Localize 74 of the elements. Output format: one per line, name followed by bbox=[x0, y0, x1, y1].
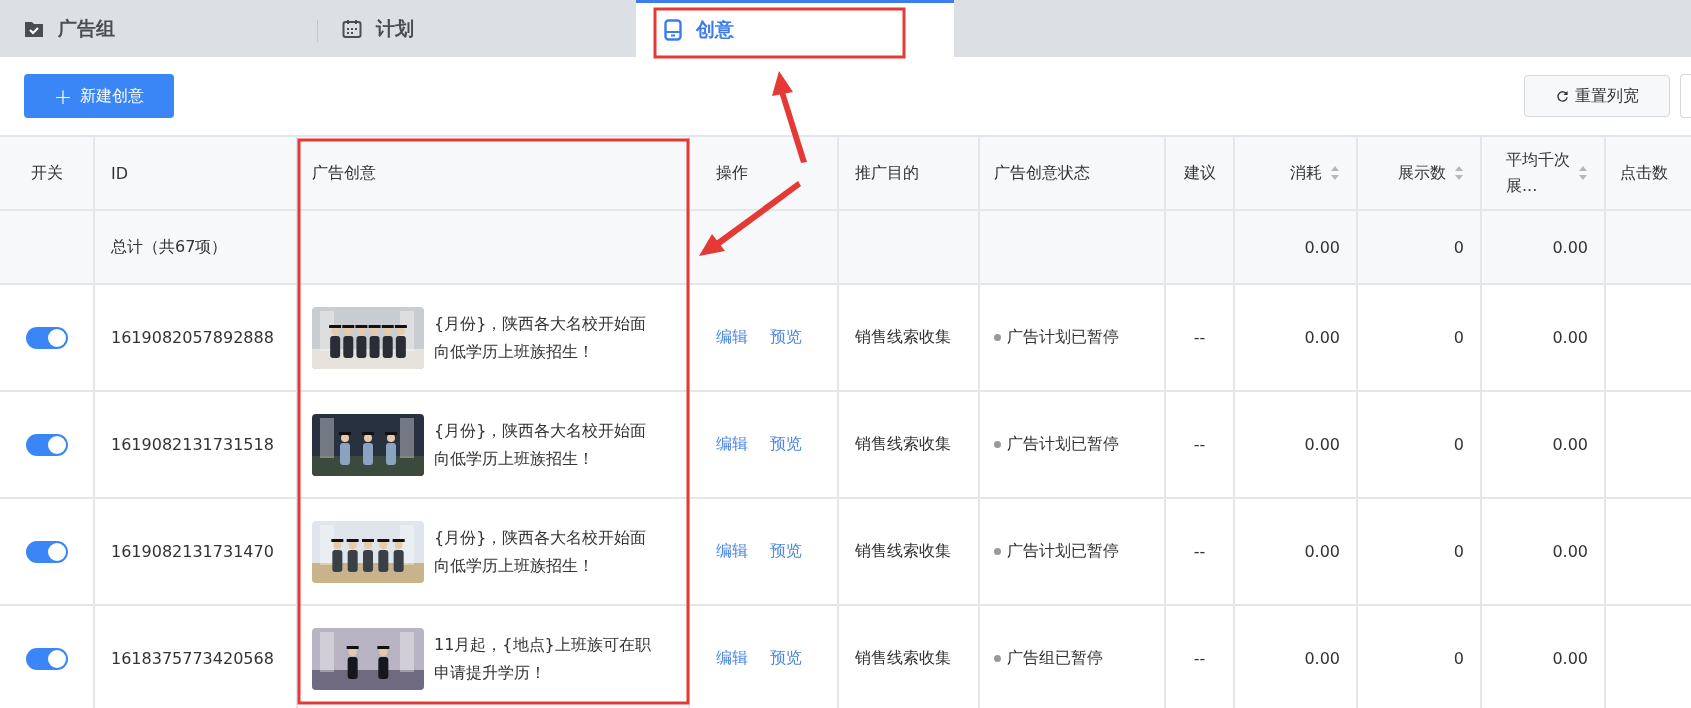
suggestion-text: -- bbox=[1193, 542, 1206, 561]
column-header: 推广目的 bbox=[839, 137, 980, 209]
creative-text: {月份}，陕西各大名校开始面向低学历上班族招生！ bbox=[434, 526, 648, 577]
impressions-value: 0 bbox=[1453, 542, 1464, 561]
creative-text: {月份}，陕西各大名校开始面向低学历上班族招生！ bbox=[434, 312, 648, 363]
status-text: 广告计划已暂停 bbox=[1007, 327, 1119, 348]
impressions-value: 0 bbox=[1453, 649, 1464, 668]
purpose-text: 销售线索收集 bbox=[855, 648, 951, 669]
column-header: 开关 bbox=[0, 137, 95, 209]
reset-column-width-button[interactable]: 重置列宽 bbox=[1524, 75, 1670, 117]
status-text: 广告计划已暂停 bbox=[1007, 434, 1119, 455]
id-text: 1618375773420568 bbox=[111, 649, 274, 668]
action-link[interactable]: 预览 bbox=[770, 648, 802, 669]
suggestion-text: -- bbox=[1193, 649, 1206, 668]
total-label: 总计（共67项） bbox=[111, 236, 228, 258]
status-dot-icon bbox=[994, 334, 1001, 341]
creative-text: 11月起，{地点}上班族可在职申请提升学历！ bbox=[434, 633, 652, 684]
column-header: 消耗 bbox=[1235, 137, 1358, 209]
cost-value: 0.00 bbox=[1304, 542, 1340, 561]
action-link[interactable]: 编辑 bbox=[716, 648, 748, 669]
sort-icon[interactable] bbox=[1330, 165, 1340, 181]
column-header: 平均千次展... bbox=[1482, 137, 1606, 209]
column-header: ID bbox=[95, 137, 298, 209]
tab[interactable]: 创意 bbox=[636, 0, 954, 57]
action-link[interactable]: 编辑 bbox=[716, 541, 748, 562]
action-link[interactable]: 编辑 bbox=[716, 327, 748, 348]
impressions-value: 0 bbox=[1453, 435, 1464, 454]
id-text: 1619082057892888 bbox=[111, 328, 274, 347]
id-text: 1619082131731470 bbox=[111, 542, 274, 561]
sort-icon[interactable] bbox=[1454, 165, 1464, 181]
purpose-text: 销售线索收集 bbox=[855, 434, 951, 455]
cpm-value: 0.00 bbox=[1552, 328, 1588, 347]
purpose-text: 销售线索收集 bbox=[855, 541, 951, 562]
refresh-icon bbox=[1555, 89, 1569, 103]
suggestion-text: -- bbox=[1193, 328, 1206, 347]
status-dot-icon bbox=[994, 441, 1001, 448]
sort-icon[interactable] bbox=[1578, 165, 1588, 181]
column-header: 点击数 bbox=[1619, 161, 1669, 184]
action-link[interactable]: 预览 bbox=[770, 434, 802, 455]
cpm-value: 0.00 bbox=[1552, 435, 1588, 454]
action-link[interactable]: 预览 bbox=[770, 541, 802, 562]
total-cost: 0.00 bbox=[1304, 237, 1340, 257]
toggle-switch[interactable] bbox=[25, 433, 68, 456]
cost-value: 0.00 bbox=[1304, 649, 1340, 668]
impressions-value: 0 bbox=[1453, 328, 1464, 347]
cpm-value: 0.00 bbox=[1552, 649, 1588, 668]
cost-value: 0.00 bbox=[1304, 435, 1340, 454]
tab[interactable]: 广告组 bbox=[0, 0, 318, 57]
column-header: 广告创意 bbox=[298, 137, 690, 209]
column-header: 建议 bbox=[1166, 137, 1235, 209]
status-text: 广告计划已暂停 bbox=[1007, 541, 1119, 562]
toggle-switch[interactable] bbox=[25, 540, 68, 563]
purpose-text: 销售线索收集 bbox=[855, 327, 951, 348]
total-impressions: 0 bbox=[1453, 237, 1464, 257]
status-text: 广告组已暂停 bbox=[1007, 648, 1103, 669]
toggle-switch[interactable] bbox=[25, 326, 68, 349]
tab[interactable]: 计划 bbox=[318, 0, 636, 57]
calendar-icon bbox=[342, 18, 362, 39]
column-header: 广告创意状态 bbox=[980, 137, 1166, 209]
folder-icon bbox=[24, 19, 44, 38]
total-cpm: 0.00 bbox=[1552, 237, 1588, 257]
cost-value: 0.00 bbox=[1304, 328, 1340, 347]
id-text: 1619082131731518 bbox=[111, 435, 274, 454]
suggestion-text: -- bbox=[1193, 435, 1206, 454]
status-dot-icon bbox=[994, 548, 1001, 555]
tablet-icon bbox=[664, 19, 682, 41]
creative-text: {月份}，陕西各大名校开始面向低学历上班族招生！ bbox=[434, 419, 648, 470]
action-link[interactable]: 预览 bbox=[770, 327, 802, 348]
column-header: 展示数 bbox=[1358, 137, 1482, 209]
cpm-value: 0.00 bbox=[1552, 542, 1588, 561]
new-creative-button[interactable]: + 新建创意 bbox=[24, 74, 174, 118]
status-dot-icon bbox=[994, 655, 1001, 662]
toggle-switch[interactable] bbox=[25, 647, 68, 670]
action-link[interactable]: 编辑 bbox=[716, 434, 748, 455]
